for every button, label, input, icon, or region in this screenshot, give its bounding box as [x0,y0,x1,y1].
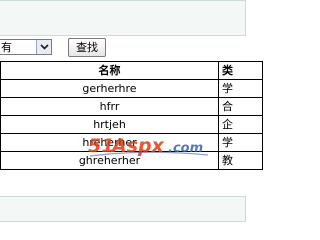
table-cell-name: hfrr [0,97,219,116]
table-row[interactable]: ghreherher 教 [0,151,263,170]
table-cell-name: ghreherher [0,151,219,170]
table-row[interactable]: hfrr 合 [0,97,263,116]
bottom-panel [0,196,246,222]
table-cell-type: 教 [218,151,263,170]
table-cell-name: hreherher [0,133,219,152]
table-row[interactable]: gerherhre 学 [0,79,263,98]
filter-select[interactable]: 有 [0,39,52,55]
table-cell-type: 学 [218,79,263,98]
chevron-down-icon[interactable] [36,40,51,54]
top-panel [0,0,246,36]
table-cell-name: hrtjeh [0,115,219,134]
table-cell-type: 企 [218,115,263,134]
table-cell-type: 学 [218,133,263,152]
table-header-type: 类 [218,61,263,80]
search-button[interactable]: 查找 [68,38,106,57]
data-table: 名称 类 gerherhre 学 hfrr 合 hrtjeh 企 hreherh… [0,61,263,170]
filter-bar: 有 查找 [0,37,250,59]
table-header-row: 名称 类 [0,61,263,80]
table-row[interactable]: hrtjeh 企 [0,115,263,134]
table-cell-type: 合 [218,97,263,116]
filter-select-value: 有 [1,41,12,54]
table-cell-name: gerherhre [0,79,219,98]
table-header-name: 名称 [0,61,219,80]
table-row[interactable]: hreherher 学 [0,133,263,152]
